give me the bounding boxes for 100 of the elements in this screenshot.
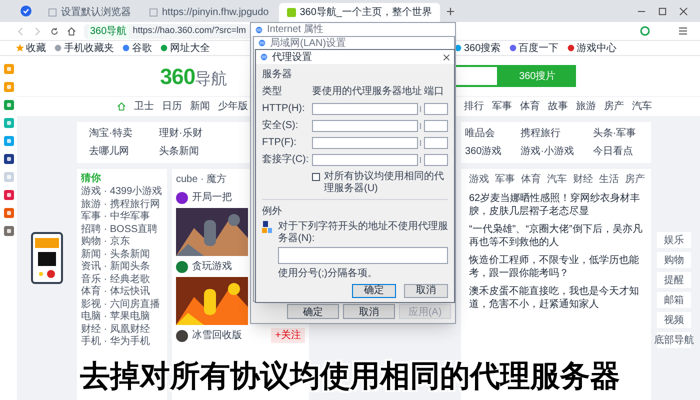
hot-link[interactable]: 360游戏 [465,144,513,159]
dialog-title: 代理设置 [272,50,312,64]
port-input[interactable] [424,154,448,166]
dialog-button[interactable]: 确定 [352,284,396,298]
site-logo[interactable]: 360导航 [160,60,228,92]
hot-link[interactable]: 淘宝·特卖 [89,126,159,141]
menu-title: 猜你 [81,172,102,186]
menu-link[interactable]: 体育 · 体坛快讯 [81,286,163,298]
news-tab[interactable]: 生活 [599,172,619,187]
nav-link[interactable]: 旅游 [576,99,596,114]
bookmark-link[interactable]: 网址大全 [160,40,210,56]
news-headline[interactable]: 澳禾皮蛋不能直接吃，我也是今天才知道，危害不小，赶紧通知家人 [469,285,643,311]
news-tab[interactable]: 军事 [495,172,515,187]
hot-link[interactable]: 今日看点 [592,144,647,159]
menu-link[interactable]: 游戏 · 4399小游戏 [81,186,163,198]
hot-link[interactable]: 携程旅行 [520,126,585,141]
news-tab[interactable]: 汽车 [547,172,567,187]
address-input[interactable] [312,136,418,148]
port-input[interactable] [424,120,448,132]
news-tab[interactable]: 游戏 [469,172,489,187]
hot-link[interactable]: 头条新闻 [159,144,229,159]
nav-link[interactable]: 日历 [162,99,182,114]
menu-link[interactable]: 招聘 · BOSS直聘 [81,224,163,236]
hot-link[interactable]: 头条·军事 [592,126,647,141]
close-icon[interactable] [679,7,688,16]
browser-logo-icon[interactable] [20,5,32,17]
dock-button[interactable]: 视频 [657,312,691,328]
menu-link[interactable]: 军事 · 中华军事 [81,211,163,224]
forward-icon[interactable] [33,26,42,36]
follow-button[interactable]: +关注 [271,328,305,343]
new-tab-icon[interactable] [446,7,455,16]
menu-icon[interactable] [678,26,688,36]
hot-link[interactable]: 游戏·小游戏 [520,144,585,159]
nav-link[interactable]: 汽车 [632,99,652,114]
nav-link[interactable]: 少年版 [218,99,248,114]
tab-label: 设置默认浏览器 [61,6,131,20]
extension-icon[interactable] [640,26,650,36]
news-headline[interactable]: 恢造价工程师，不限专业，低学历也能考，跟一跟你能考吗？ [469,254,643,280]
nav-link[interactable]: 新闻 [190,99,210,114]
nav-link[interactable]: 体育 [520,99,540,114]
hot-link[interactable]: 理财·乐财 [159,126,229,141]
address-input[interactable] [312,120,418,132]
bookmark-link[interactable]: 游戏中心 [566,40,617,56]
dock-button[interactable]: 娱乐 [657,232,691,248]
bookmark-link[interactable]: 手机收藏夹 [54,40,114,56]
bookmark-link[interactable]: 谷歌 [122,40,152,56]
address-input[interactable] [312,154,418,166]
bookmark-link[interactable]: 百度一下 [508,40,559,56]
menu-link[interactable]: 音乐 · 经典老歌 [81,274,163,286]
dock-button[interactable]: 购物 [657,252,691,268]
hot-link[interactable]: 唯品会 [465,126,513,141]
browser-tab[interactable]: 360导航_一个主页，整个世界 [278,3,440,22]
author-name: 开局一把 [192,191,232,205]
menu-link[interactable]: 电脑 · 苹果电脑 [81,311,163,324]
hot-link[interactable]: 去哪儿网 [89,144,159,159]
nav-link[interactable]: 卫士 [134,99,154,114]
subtitle-caption: 去掉对所有协议均使用相同的代理服务器 [80,360,620,394]
checkbox-label[interactable]: 对所有协议均使用相同的代理服务器(U) [324,171,448,195]
exceptions-input[interactable] [278,247,448,264]
field-label: HTTP(H): [262,102,306,116]
nav-link[interactable]: 排行 [464,99,484,114]
port-input[interactable] [424,136,448,148]
dialog-button[interactable]: 取消 [404,284,448,298]
nav-link[interactable]: 故事 [548,99,568,114]
menu-link[interactable]: 影视 · 六间房直播 [81,298,163,311]
section-label: 例外 [262,205,282,219]
maximize-icon[interactable] [658,7,667,16]
globe-icon [255,26,263,34]
bookmark-link[interactable]: 收藏 [16,40,46,56]
menu-link[interactable]: 资讯 · 新闻头条 [81,261,163,274]
menu-link[interactable]: 购物 · 京东 [81,236,163,248]
globe-icon [260,53,268,61]
back-icon[interactable] [16,26,25,36]
address-field[interactable]: 360导航 https://hao.360.com/?src=lm [84,24,252,38]
dock-button[interactable]: 邮箱 [657,292,691,308]
close-icon[interactable] [443,54,450,60]
nav-link[interactable]: 房产 [604,99,624,114]
news-tab[interactable]: 房产 [625,172,645,187]
news-tab[interactable]: 体育 [521,172,541,187]
nav-link[interactable]: 军事 [492,99,512,114]
star-icon [16,44,24,52]
field-label: 对于下列字符开头的地址不使用代理服务器(N): [278,221,448,245]
news-headline[interactable]: 62岁麦当娜晒性感照！穿网纱衣身材丰腴，皮肤几层褶子老态尽显 [469,192,643,218]
port-input[interactable] [424,102,448,114]
menu-link[interactable]: 新闻 · 头条新闻 [81,248,163,261]
home-icon[interactable] [67,26,76,36]
menu-link[interactable]: 财经 · 凤凰财经 [81,324,163,336]
menu-link[interactable]: 旅游 · 携程旅行网 [81,198,163,211]
column-header: 端口 [424,84,445,99]
dialog-button[interactable]: 取消 [343,304,395,319]
dialog-button[interactable]: 确定 [287,304,339,319]
menu-link[interactable]: 手机 · 华为手机 [81,336,163,348]
checkbox[interactable] [312,173,320,181]
dock-button[interactable]: 提醒 [657,272,691,288]
promo-badge-drawing[interactable] [31,232,63,284]
avatar-icon [176,330,188,342]
news-headline[interactable]: “一代枭雄”、“京圈大佬”倒下后，吴亦凡再也等不到救他的人 [469,223,643,249]
news-tab[interactable]: 财经 [573,172,593,187]
reload-icon[interactable] [50,26,59,36]
address-input[interactable] [312,102,418,114]
